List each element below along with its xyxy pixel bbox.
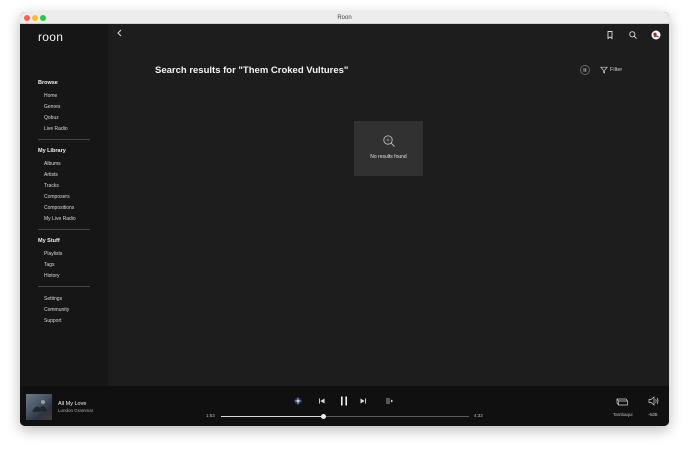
sidebar-item-tags[interactable]: Tags: [44, 262, 55, 268]
section-title-my-library: My Library: [38, 148, 66, 154]
sidebar-item-home[interactable]: Home: [44, 93, 57, 99]
sidebar: roon Browse Home Genres Qobuz Live Radio…: [20, 24, 108, 386]
sidebar-divider: [38, 286, 90, 287]
sidebar-item-live-radio[interactable]: Live Radio: [44, 126, 68, 132]
sidebar-item-support[interactable]: Support: [44, 318, 62, 324]
sidebar-item-albums[interactable]: Albums: [44, 161, 61, 167]
player-bar: All My Love London Grammar 1:53 4:33 Tam…: [20, 386, 669, 426]
sidebar-item-tracks[interactable]: Tracks: [44, 183, 59, 189]
seek-bar[interactable]: [221, 414, 469, 419]
main-content: Search results for "Them Croked Vultures…: [108, 24, 669, 386]
sidebar-item-qobuz[interactable]: Qobuz: [44, 115, 59, 121]
section-title-my-stuff: My Stuff: [38, 238, 60, 244]
track-artist[interactable]: London Grammar: [58, 408, 93, 413]
results-icon: [583, 68, 587, 72]
back-chevron-icon[interactable]: [116, 29, 124, 37]
sidebar-item-composers[interactable]: Composers: [44, 194, 70, 200]
album-cover[interactable]: [26, 394, 52, 420]
sidebar-divider: [38, 139, 90, 140]
filter-label: Filter: [610, 67, 623, 73]
seek-progress: [221, 416, 324, 417]
no-results-message: No results found: [370, 154, 407, 160]
track-title[interactable]: All My Love: [58, 401, 86, 407]
play-results-button[interactable]: [580, 65, 590, 75]
search-icon[interactable]: [628, 30, 638, 40]
app-window: Roon roon Browse Home Genres Qobuz Live …: [20, 12, 669, 426]
zone-name[interactable]: Tambaqui: [613, 412, 633, 417]
radio-sparkle-icon[interactable]: [293, 396, 303, 406]
sidebar-item-genres[interactable]: Genres: [44, 104, 60, 110]
volume-level[interactable]: -6dB: [648, 412, 658, 417]
sidebar-item-history[interactable]: History: [44, 273, 60, 279]
title-bar: Roon: [20, 12, 669, 24]
seek-handle[interactable]: [321, 414, 327, 419]
roon-logo[interactable]: roon: [38, 30, 63, 44]
sidebar-item-community[interactable]: Community: [44, 307, 69, 313]
page-title: Search results for "Them Croked Vultures…: [155, 65, 349, 76]
sidebar-item-compositions[interactable]: Compositions: [44, 205, 74, 211]
elapsed-time: 1:53: [206, 413, 215, 418]
queue-icon[interactable]: [385, 397, 394, 405]
empty-state-panel: No results found: [354, 121, 423, 176]
sidebar-item-my-live-radio[interactable]: My Live Radio: [44, 216, 76, 222]
sidebar-item-playlists[interactable]: Playlists: [44, 251, 62, 257]
bookmark-icon[interactable]: [605, 30, 615, 40]
next-track-icon[interactable]: [359, 397, 367, 405]
pause-icon[interactable]: [338, 395, 350, 407]
volume-icon[interactable]: [648, 396, 660, 406]
sidebar-item-artists[interactable]: Artists: [44, 172, 58, 178]
sidebar-divider: [38, 229, 90, 230]
zone-device-icon[interactable]: [615, 396, 629, 408]
album-art-image: [32, 400, 47, 412]
total-duration: 4:33: [474, 413, 483, 418]
section-title-browse: Browse: [38, 80, 58, 86]
profile-avatar[interactable]: [651, 30, 661, 40]
filter-icon: [600, 66, 608, 74]
search-icon: [383, 135, 395, 147]
previous-track-icon[interactable]: [318, 397, 326, 405]
sidebar-item-settings[interactable]: Settings: [44, 296, 62, 302]
window-title: Roon: [337, 15, 352, 21]
